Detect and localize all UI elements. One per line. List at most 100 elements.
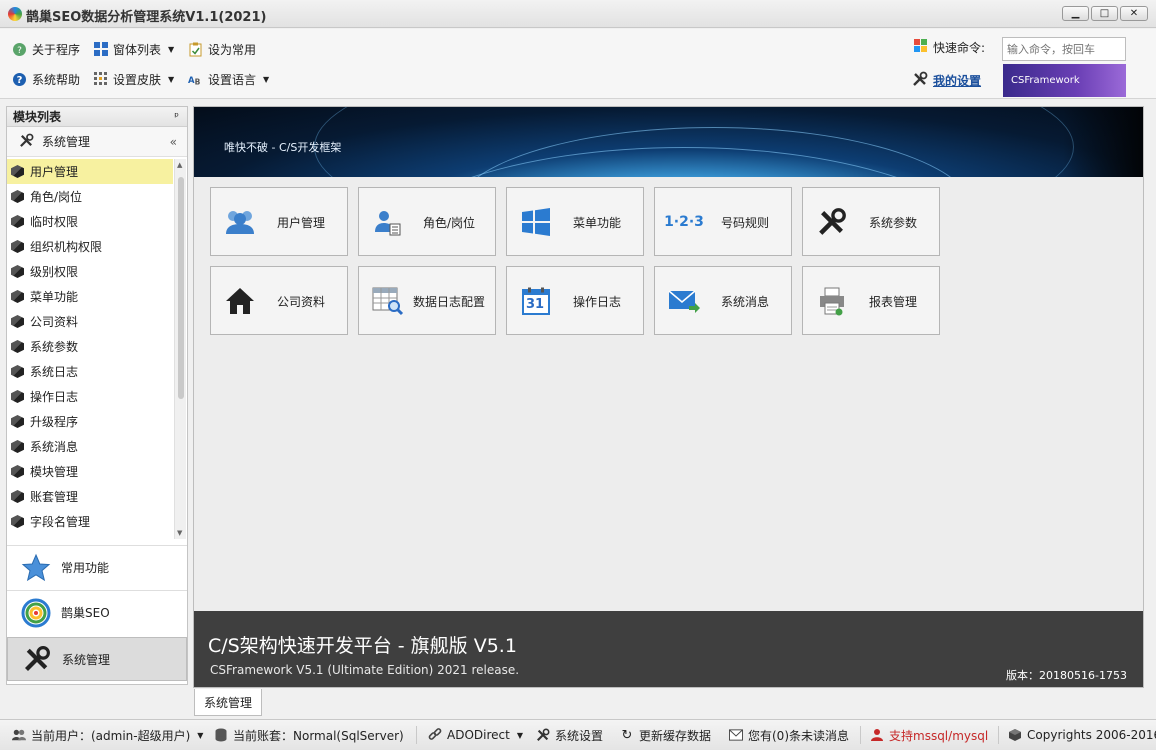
nav-section-system[interactable]: 系统管理 (7, 637, 187, 681)
module-list-item[interactable]: 模块管理 (7, 459, 173, 484)
cube-icon (11, 290, 24, 303)
cube-icon (11, 165, 24, 178)
clipboard-check-icon (188, 42, 203, 57)
status-bar: 当前用户：(admin-超级用户) ▼ 当前账套：Normal(SqlServe… (0, 719, 1156, 750)
module-list-item[interactable]: 用户管理 (7, 159, 173, 184)
skin-menu[interactable]: 设置皮肤 ▼ (93, 69, 174, 89)
numbers-icon: 1·2·3 (664, 214, 704, 230)
module-list-item[interactable]: 角色/岗位 (7, 184, 173, 209)
module-group-header[interactable]: 系统管理 « (7, 127, 187, 157)
nav-section-common[interactable]: 常用功能 (7, 545, 187, 589)
status-current-user[interactable]: 当前用户：(admin-超级用户) ▼ (12, 726, 203, 744)
module-list-item-label: 系统消息 (30, 440, 79, 454)
module-list-item-label: 升级程序 (30, 415, 79, 429)
help-icon: ? (12, 72, 27, 87)
status-refresh-cache[interactable]: ↻ 更新缓存数据 (620, 726, 711, 744)
module-list-item[interactable]: 级别权限 (7, 259, 173, 284)
tile-operation-log[interactable]: 31 操作日志 (506, 266, 644, 335)
module-list-item[interactable]: 组织机构权限 (7, 234, 173, 259)
home-icon (223, 285, 257, 317)
cube-icon (11, 465, 24, 478)
pin-icon[interactable]: ᵖ (174, 110, 179, 123)
toolbar: ? 关于程序 窗体列表 ▼ 设为常用 ? 系统帮助 设置皮肤 ▼ AB 设置语言… (0, 29, 1156, 99)
banner-slogan: 唯快不破 - C/S开发框架 (224, 141, 342, 154)
scrollbar-thumb[interactable] (178, 177, 184, 399)
module-list-item-label: 系统日志 (30, 365, 79, 379)
module-list-item[interactable]: 临时权限 (7, 209, 173, 234)
module-list-item[interactable]: 升级程序 (7, 409, 173, 434)
language-menu[interactable]: AB 设置语言 ▼ (188, 69, 269, 89)
module-list-item[interactable]: 系统日志 (7, 359, 173, 384)
quick-command-input[interactable] (1002, 37, 1126, 61)
refresh-icon: ↻ (621, 727, 633, 743)
banner-arc (314, 107, 1074, 177)
module-list-item[interactable]: 账套管理 (7, 484, 173, 509)
window-title: 鹊巢SEO数据分析管理系统V1.1(2021) (26, 10, 267, 25)
nav-section-seo[interactable]: 鹊巢SEO (7, 590, 187, 634)
users-icon (12, 728, 26, 742)
tools-icon (536, 728, 550, 742)
module-list-item[interactable]: 系统消息 (7, 434, 173, 459)
tile-data-log-config[interactable]: 数据日志配置 (358, 266, 496, 335)
module-list-item[interactable]: 菜单功能 (7, 284, 173, 309)
close-button[interactable]: ✕ (1120, 6, 1148, 21)
tile-role-position[interactable]: 角色/岗位 (358, 187, 496, 256)
product-title: C/S架构快速开发平台 - 旗舰版 V5.1 (208, 635, 517, 657)
maximize-button[interactable]: □ (1091, 6, 1118, 21)
module-list-item-label: 系统参数 (30, 340, 79, 354)
cube-icon (11, 490, 24, 503)
tab-system-management[interactable]: 系统管理 (194, 689, 262, 716)
status-separator (416, 726, 417, 744)
tile-report-management[interactable]: 报表管理 (802, 266, 940, 335)
module-list-item[interactable]: 系统参数 (7, 334, 173, 359)
module-list-item[interactable]: 字段名管理 (7, 509, 173, 534)
cube-icon (1008, 728, 1022, 742)
product-subtitle: CSFramework V5.1 (Ultimate Edition) 2021… (210, 663, 520, 677)
status-system-settings[interactable]: 系统设置 (536, 726, 603, 744)
cube-icon (11, 440, 24, 453)
windows-flag-icon (914, 39, 928, 56)
table-search-icon (371, 285, 405, 317)
module-list-item[interactable]: 操作日志 (7, 384, 173, 409)
mail-icon (729, 728, 743, 742)
scroll-up-icon[interactable]: ▲ (177, 161, 182, 169)
windows-grid-icon (93, 42, 108, 57)
help-label: 系统帮助 (32, 72, 81, 87)
scroll-down-icon[interactable]: ▼ (177, 529, 182, 537)
window-list-menu[interactable]: 窗体列表 ▼ (93, 39, 174, 59)
module-list-item-label: 模块管理 (30, 465, 79, 479)
module-list-scrollbar[interactable]: ▲ ▼ (174, 159, 186, 539)
module-list-item[interactable]: 公司资料 (7, 309, 173, 334)
module-list-item-label: 级别权限 (30, 265, 79, 279)
cube-icon (11, 515, 24, 528)
window-list-label: 窗体列表 (113, 42, 162, 57)
minimize-button[interactable]: ▁ (1062, 6, 1089, 21)
status-ado-direct[interactable]: ADODirect ▼ (428, 726, 523, 744)
svg-text:?: ? (17, 75, 23, 86)
tile-user-management[interactable]: 用户管理 (210, 187, 348, 256)
status-db-support[interactable]: 支持mssql/mysql (870, 726, 988, 744)
module-list-item-label: 操作日志 (30, 390, 79, 404)
status-unread-messages[interactable]: 您有(0)条未读消息 (729, 726, 849, 744)
tile-number-rules[interactable]: 1·2·3 号码规则 (654, 187, 792, 256)
tools-icon (22, 644, 52, 674)
module-list-item-label: 用户管理 (30, 165, 79, 179)
mail-icon (667, 285, 701, 317)
tile-system-messages[interactable]: 系统消息 (654, 266, 792, 335)
chevron-down-icon: ▼ (263, 74, 270, 84)
title-bar: 鹊巢SEO数据分析管理系统V1.1(2021) ▁ □ ✕ (0, 0, 1156, 28)
module-list-item-label: 账套管理 (30, 490, 79, 504)
tile-company-info[interactable]: 公司资料 (210, 266, 348, 335)
tools-icon (815, 206, 849, 238)
tile-system-params[interactable]: 系统参数 (802, 187, 940, 256)
status-separator (860, 726, 861, 744)
collapse-icon[interactable]: « (170, 135, 177, 149)
help-button[interactable]: ? 系统帮助 (12, 69, 80, 89)
about-button[interactable]: ? 关于程序 (12, 39, 80, 59)
header-banner: 唯快不破 - C/S开发框架 (194, 107, 1143, 177)
tile-menu-function[interactable]: 菜单功能 (506, 187, 644, 256)
cube-icon (11, 240, 24, 253)
my-settings-link[interactable]: 我的设置 (912, 71, 981, 90)
set-common-button[interactable]: 设为常用 (188, 39, 256, 59)
language-icon: AB (188, 72, 203, 87)
